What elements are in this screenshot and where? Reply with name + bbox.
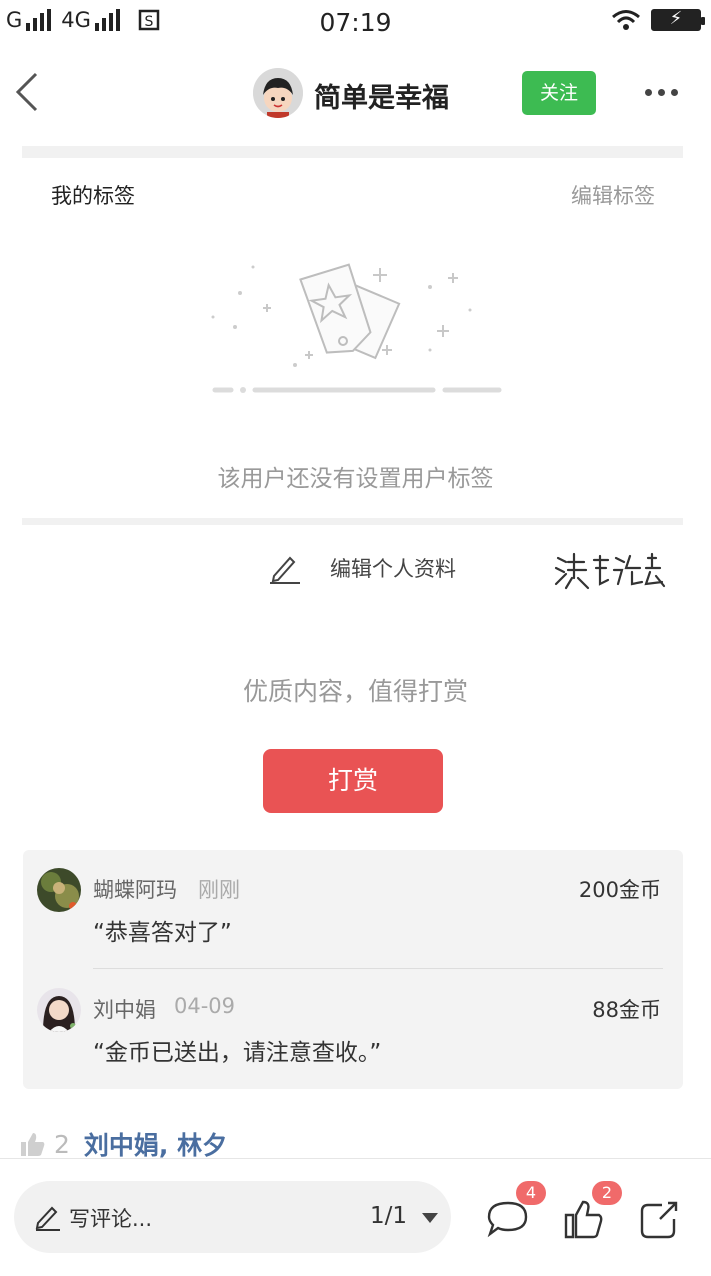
section-divider bbox=[22, 518, 683, 525]
reward-user-name[interactable]: 刘中娟 bbox=[93, 994, 156, 1024]
bottom-bar: 写评论... 1/1 4 2 bbox=[0, 1158, 711, 1276]
pencil-icon bbox=[270, 556, 300, 584]
edit-profile-label: 编辑个人资料 bbox=[330, 557, 456, 581]
likes-count: 2 bbox=[54, 1129, 70, 1159]
page-indicator[interactable]: 1/1 bbox=[370, 1203, 407, 1229]
edit-profile-link[interactable]: 编辑个人资料 bbox=[268, 552, 456, 584]
thumbs-up-icon[interactable] bbox=[18, 1130, 46, 1158]
caret-down-icon[interactable] bbox=[422, 1213, 438, 1223]
forum-watermark-logo bbox=[554, 552, 666, 590]
clock: 07:19 bbox=[319, 8, 392, 37]
avatar-photo-icon bbox=[37, 868, 81, 912]
follow-button[interactable]: 关注 bbox=[522, 71, 596, 115]
reward-coins: 88金币 bbox=[592, 998, 661, 1022]
section-divider bbox=[22, 146, 683, 158]
edit-tags-link[interactable]: 编辑标签 bbox=[571, 180, 655, 210]
status-icons: ⚡ bbox=[611, 8, 705, 31]
reward-message: “金币已送出，请注意查收。” bbox=[93, 1040, 382, 1066]
reward-button[interactable]: 打赏 bbox=[263, 749, 443, 813]
wifi-icon bbox=[612, 10, 640, 30]
tags-section-title: 我的标签 bbox=[51, 184, 135, 208]
battery-icon: ⚡ bbox=[651, 8, 705, 31]
reward-prompt: 优质内容，值得打赏 bbox=[242, 677, 468, 706]
reward-time: 刚刚 bbox=[198, 878, 240, 902]
comment-placeholder: 写评论... bbox=[69, 1207, 153, 1231]
share-icon[interactable] bbox=[638, 1197, 682, 1241]
avatar-photo-icon bbox=[37, 988, 81, 1032]
reward-user-name[interactable]: 蝴蝶阿玛 bbox=[93, 874, 177, 904]
reward-time: 04-09 bbox=[174, 994, 236, 1018]
likes-row: 2 刘中娟, 林夕 bbox=[18, 1126, 227, 1162]
reward-message: “恭喜答对了” bbox=[93, 920, 232, 946]
empty-tags-illustration bbox=[211, 263, 502, 393]
reward-coins: 200金币 bbox=[578, 878, 661, 902]
reward-separator bbox=[93, 968, 663, 969]
empty-tags-message: 该用户还没有设置用户标签 bbox=[217, 466, 494, 492]
reward-user-avatar[interactable] bbox=[37, 988, 81, 1032]
author-name[interactable]: 简单是幸福 bbox=[314, 76, 449, 115]
comment-count-badge: 4 bbox=[516, 1181, 546, 1205]
nav-bar: 简单是幸福 关注 bbox=[0, 56, 711, 132]
comment-input[interactable]: 写评论... 1/1 bbox=[14, 1181, 451, 1253]
like-count-badge: 2 bbox=[592, 1181, 622, 1205]
pencil-icon bbox=[35, 1206, 60, 1231]
reward-list: 蝴蝶阿玛 刚刚 200金币 “恭喜答对了” 刘中娟 04-09 88金币 “金币… bbox=[23, 850, 683, 1089]
status-bar: G 4G S 07:19 ⚡ bbox=[0, 0, 711, 46]
avatar-cartoon-icon bbox=[253, 68, 303, 118]
back-arrow-icon[interactable] bbox=[10, 70, 50, 114]
likes-names[interactable]: 刘中娟, 林夕 bbox=[84, 1126, 227, 1162]
reward-user-avatar[interactable] bbox=[37, 868, 81, 912]
more-options-icon[interactable] bbox=[645, 82, 685, 102]
reward-item: 刘中娟 04-09 88金币 “金币已送出，请注意查收。” bbox=[23, 970, 683, 1088]
author-avatar[interactable] bbox=[253, 68, 303, 118]
reward-item: 蝴蝶阿玛 刚刚 200金币 “恭喜答对了” bbox=[23, 850, 683, 969]
